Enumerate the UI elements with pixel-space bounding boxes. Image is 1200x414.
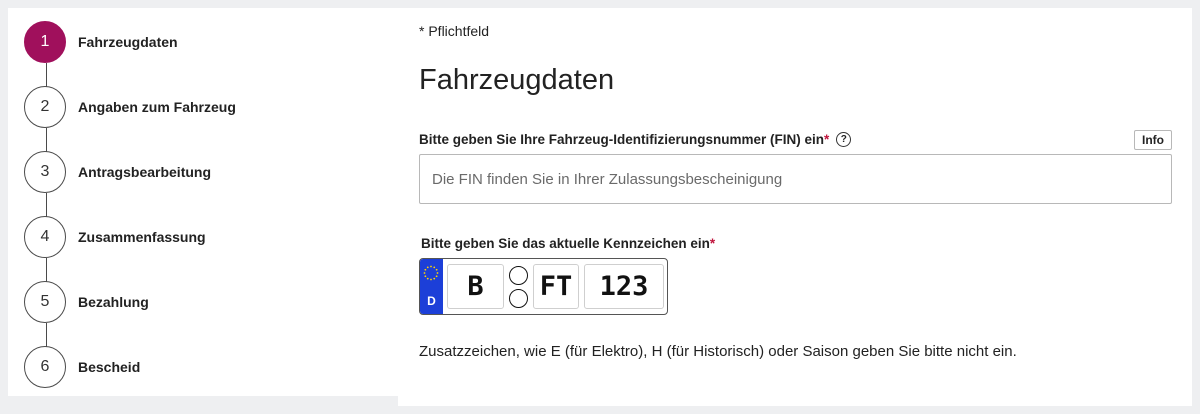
step-label: Zusammenfassung — [78, 229, 206, 245]
step-label: Angaben zum Fahrzeug — [78, 99, 236, 115]
step-connector — [46, 63, 47, 87]
plate-label: Bitte geben Sie das aktuelle Kennzeichen… — [421, 236, 715, 251]
required-field-note: * Pflichtfeld — [419, 23, 490, 39]
eu-stars-icon — [423, 265, 439, 281]
eu-strip: D — [420, 259, 443, 314]
plate-numbers-input[interactable]: 123 — [584, 264, 664, 309]
required-marker: * — [824, 132, 830, 147]
step-number-circle: 2 — [24, 86, 66, 128]
step-number-circle: 5 — [24, 281, 66, 323]
help-icon[interactable]: ? — [836, 132, 852, 147]
step-connector — [46, 128, 47, 152]
info-button[interactable]: Info — [1134, 130, 1172, 150]
step-antragsbearbeitung[interactable]: 3 Antragsbearbeitung — [24, 150, 384, 194]
fin-input[interactable] — [419, 154, 1172, 204]
registration-seal-icon — [509, 266, 528, 285]
step-bezahlung[interactable]: 5 Bezahlung — [24, 280, 384, 324]
hint-text: Zusatzzeichen, wie E (für Elektro), H (f… — [419, 343, 1017, 360]
step-label: Bezahlung — [78, 294, 149, 310]
step-bescheid[interactable]: 6 Bescheid — [24, 345, 384, 389]
license-plate: D B FT 123 — [419, 258, 668, 315]
step-number-circle: 6 — [24, 346, 66, 388]
step-fahrzeugdaten[interactable]: 1 Fahrzeugdaten — [24, 20, 384, 64]
plate-district-input[interactable]: B — [447, 264, 504, 309]
step-number-circle: 3 — [24, 151, 66, 193]
form-panel-edge — [398, 396, 1192, 406]
step-zusammenfassung[interactable]: 4 Zusammenfassung — [24, 215, 384, 259]
required-marker: * — [709, 236, 716, 251]
step-number-circle: 4 — [24, 216, 66, 258]
step-connector — [46, 258, 47, 282]
inspection-seal-icon — [509, 289, 528, 308]
step-number-circle: 1 — [24, 21, 66, 63]
step-connector — [46, 193, 47, 217]
step-angaben-zum-fahrzeug[interactable]: 2 Angaben zum Fahrzeug — [24, 85, 384, 129]
plate-letters-input[interactable]: FT — [533, 264, 579, 309]
step-connector — [46, 323, 47, 347]
step-label: Fahrzeugdaten — [78, 34, 178, 50]
page-title: Fahrzeugdaten — [419, 64, 615, 96]
fin-label-text: Bitte geben Sie Ihre Fahrzeug-Identifizi… — [419, 132, 825, 147]
step-label: Bescheid — [78, 359, 141, 375]
step-label: Antragsbearbeitung — [78, 164, 212, 180]
plate-label-text: Bitte geben Sie das aktuelle Kennzeichen… — [421, 236, 710, 251]
fin-label: Bitte geben Sie Ihre Fahrzeug-Identifizi… — [419, 132, 852, 147]
country-code: D — [427, 294, 436, 308]
